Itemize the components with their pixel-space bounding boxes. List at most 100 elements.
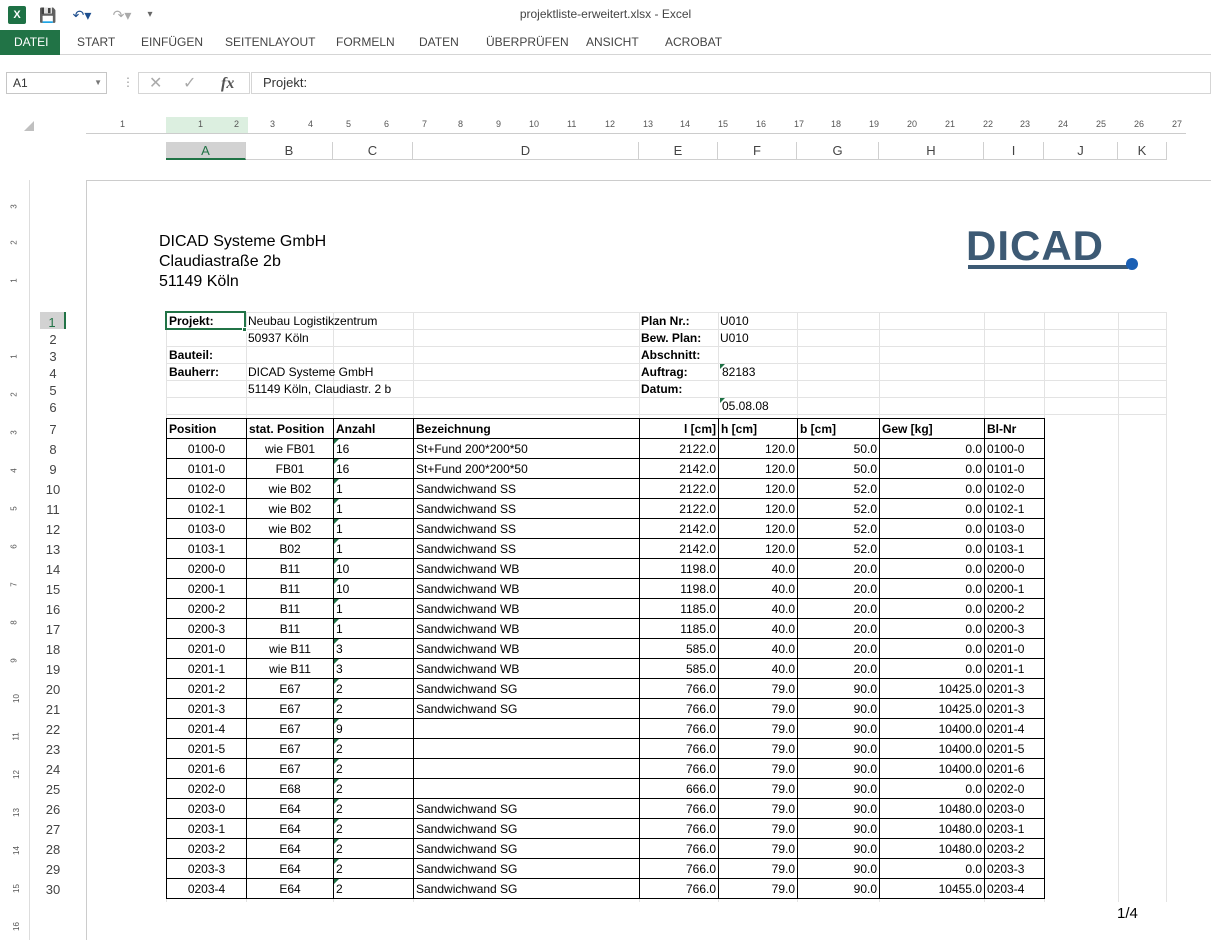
table-cell[interactable]: wie B02 bbox=[246, 478, 334, 499]
row-header-13[interactable]: 13 bbox=[40, 538, 66, 558]
table-cell[interactable]: 2 bbox=[333, 678, 414, 699]
table-cell[interactable]: 79.0 bbox=[718, 818, 798, 839]
table-cell[interactable]: 0202-0 bbox=[166, 778, 247, 799]
table-cell[interactable] bbox=[413, 738, 640, 759]
table-cell[interactable]: 0.0 bbox=[879, 778, 985, 799]
table-cell[interactable]: 766.0 bbox=[639, 858, 719, 879]
table-cell[interactable]: 0201-6 bbox=[984, 758, 1045, 779]
table-cell[interactable]: 0200-0 bbox=[984, 558, 1045, 579]
table-cell[interactable]: E67 bbox=[246, 718, 334, 739]
table-cell[interactable]: 1 bbox=[333, 478, 414, 499]
table-cell[interactable]: 90.0 bbox=[797, 838, 880, 859]
table-cell[interactable]: 50.0 bbox=[797, 438, 880, 459]
table-cell[interactable]: 20.0 bbox=[797, 618, 880, 639]
table-cell[interactable]: 1198.0 bbox=[639, 578, 719, 599]
table-cell[interactable]: St+Fund 200*200*50 bbox=[413, 458, 640, 479]
row-header-7[interactable]: 7 bbox=[40, 418, 66, 438]
table-cell[interactable]: 1 bbox=[333, 598, 414, 619]
row-header-3[interactable]: 3 bbox=[40, 346, 66, 364]
table-cell[interactable]: 0102-1 bbox=[166, 498, 247, 519]
table-cell[interactable]: 666.0 bbox=[639, 778, 719, 799]
table-cell[interactable]: 20.0 bbox=[797, 658, 880, 679]
table-cell[interactable]: 0201-4 bbox=[166, 718, 247, 739]
table-cell[interactable]: B11 bbox=[246, 578, 334, 599]
row-header-29[interactable]: 29 bbox=[40, 858, 66, 878]
table-cell[interactable]: E67 bbox=[246, 758, 334, 779]
table-cell[interactable]: 0201-0 bbox=[166, 638, 247, 659]
table-cell[interactable]: 16 bbox=[333, 438, 414, 459]
table-cell[interactable]: 0203-2 bbox=[984, 838, 1045, 859]
table-cell[interactable]: 40.0 bbox=[718, 578, 798, 599]
row-header-25[interactable]: 25 bbox=[40, 778, 66, 798]
table-cell[interactable]: 0201-4 bbox=[984, 718, 1045, 739]
table-cell[interactable]: 1 bbox=[333, 518, 414, 539]
table-cell[interactable]: 0203-0 bbox=[166, 798, 247, 819]
table-cell[interactable]: 52.0 bbox=[797, 478, 880, 499]
table-cell[interactable]: wie FB01 bbox=[246, 438, 334, 459]
bauherr-value-1[interactable]: DICAD Systeme GmbH bbox=[248, 364, 373, 381]
table-cell[interactable]: 79.0 bbox=[718, 778, 798, 799]
table-cell[interactable]: E64 bbox=[246, 798, 334, 819]
table-cell[interactable]: 0201-3 bbox=[166, 698, 247, 719]
table-cell[interactable]: 79.0 bbox=[718, 698, 798, 719]
table-cell[interactable]: 1 bbox=[333, 538, 414, 559]
formula-input[interactable]: Projekt: bbox=[251, 72, 1211, 94]
table-cell[interactable]: 585.0 bbox=[639, 638, 719, 659]
row-header-15[interactable]: 15 bbox=[40, 578, 66, 598]
table-cell[interactable]: 10 bbox=[333, 558, 414, 579]
table-cell[interactable]: 2142.0 bbox=[639, 458, 719, 479]
table-cell[interactable]: 20.0 bbox=[797, 638, 880, 659]
table-cell[interactable]: 120.0 bbox=[718, 538, 798, 559]
auftrag-label[interactable]: Auftrag: bbox=[641, 364, 688, 381]
projekt-value-1[interactable]: Neubau Logistikzentrum bbox=[248, 313, 377, 330]
tab-daten[interactable]: DATEN bbox=[419, 30, 459, 55]
table-cell[interactable]: 0201-5 bbox=[984, 738, 1045, 759]
table-cell[interactable]: Sandwichwand SS bbox=[413, 518, 640, 539]
table-cell[interactable]: 0201-3 bbox=[984, 698, 1045, 719]
row-header-16[interactable]: 16 bbox=[40, 598, 66, 618]
tab-seitenlayout[interactable]: SEITENLAYOUT bbox=[225, 30, 315, 55]
table-cell[interactable]: 3 bbox=[333, 638, 414, 659]
table-cell[interactable]: 0.0 bbox=[879, 618, 985, 639]
table-cell[interactable]: 10480.0 bbox=[879, 838, 985, 859]
tab-ueberpruefen[interactable]: ÜBERPRÜFEN bbox=[486, 30, 569, 55]
table-cell[interactable]: 40.0 bbox=[718, 638, 798, 659]
auftrag-value[interactable]: 82183 bbox=[720, 364, 1211, 381]
table-cell[interactable]: 0200-3 bbox=[984, 618, 1045, 639]
table-cell[interactable]: 2 bbox=[333, 738, 414, 759]
table-cell[interactable]: Sandwichwand SS bbox=[413, 498, 640, 519]
table-cell[interactable]: 1185.0 bbox=[639, 598, 719, 619]
tab-einfuegen[interactable]: EINFÜGEN bbox=[141, 30, 203, 55]
row-header-14[interactable]: 14 bbox=[40, 558, 66, 578]
row-header-20[interactable]: 20 bbox=[40, 678, 66, 698]
table-cell[interactable]: 2142.0 bbox=[639, 518, 719, 539]
table-cell[interactable]: 2 bbox=[333, 878, 414, 899]
table-cell[interactable]: 10 bbox=[333, 578, 414, 599]
table-cell[interactable]: 0.0 bbox=[879, 498, 985, 519]
table-cell[interactable]: wie B11 bbox=[246, 658, 334, 679]
table-cell[interactable]: 79.0 bbox=[718, 678, 798, 699]
column-header-f[interactable]: F bbox=[718, 142, 797, 160]
table-cell[interactable]: B11 bbox=[246, 618, 334, 639]
header-gew[interactable]: Gew [kg] bbox=[879, 418, 985, 439]
table-cell[interactable]: Sandwichwand WB bbox=[413, 638, 640, 659]
table-cell[interactable]: Sandwichwand SG bbox=[413, 878, 640, 899]
row-header-27[interactable]: 27 bbox=[40, 818, 66, 838]
row-header-5[interactable]: 5 bbox=[40, 380, 66, 398]
table-cell[interactable] bbox=[413, 778, 640, 799]
table-cell[interactable]: 0201-1 bbox=[984, 658, 1045, 679]
table-cell[interactable]: 0103-0 bbox=[984, 518, 1045, 539]
table-cell[interactable]: 0.0 bbox=[879, 858, 985, 879]
plan-value[interactable]: U010 bbox=[720, 313, 749, 330]
table-cell[interactable]: 0203-0 bbox=[984, 798, 1045, 819]
header-b[interactable]: b [cm] bbox=[797, 418, 880, 439]
table-cell[interactable]: 16 bbox=[333, 458, 414, 479]
table-cell[interactable]: 40.0 bbox=[718, 598, 798, 619]
table-cell[interactable]: 90.0 bbox=[797, 678, 880, 699]
table-cell[interactable]: 50.0 bbox=[797, 458, 880, 479]
table-cell[interactable]: 40.0 bbox=[718, 618, 798, 639]
table-cell[interactable] bbox=[413, 718, 640, 739]
row-header-17[interactable]: 17 bbox=[40, 618, 66, 638]
table-cell[interactable]: 0201-1 bbox=[166, 658, 247, 679]
chevron-down-icon[interactable]: ▼ bbox=[94, 73, 102, 93]
